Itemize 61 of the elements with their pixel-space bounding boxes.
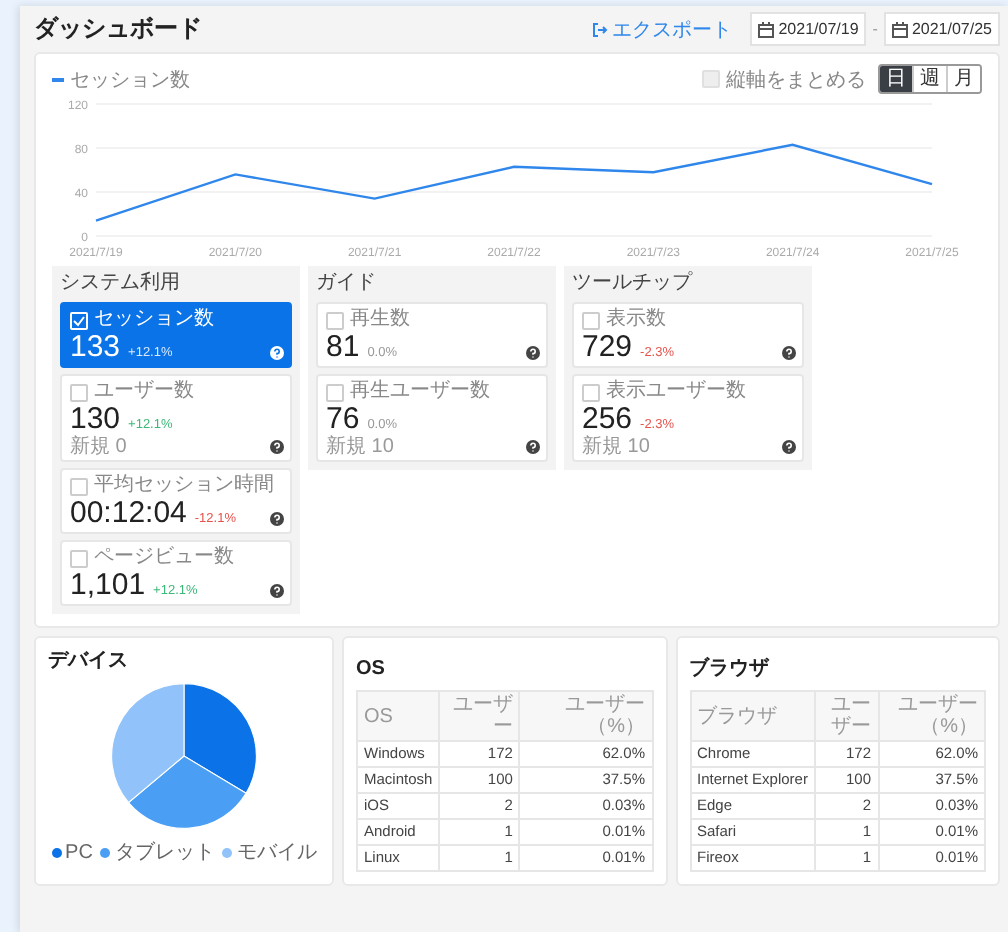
checkbox[interactable] <box>326 383 344 401</box>
card-title: ブラウザ <box>689 658 769 680</box>
checkbox[interactable] <box>326 311 344 329</box>
calendar-icon <box>758 21 775 37</box>
group-title: ガイド <box>316 272 378 296</box>
group-title: システム利用 <box>60 272 182 296</box>
date-field[interactable]: 2021/07/25 <box>883 12 1000 46</box>
help-icon[interactable] <box>526 346 540 360</box>
column-header: ユーザー <box>439 691 520 741</box>
metric-subtext: 新規 10 <box>582 436 650 458</box>
metric-value: 729 <box>582 332 633 364</box>
date-separator: - <box>872 20 878 38</box>
date-field[interactable]: 2021/07/19 <box>750 12 867 46</box>
column-header: OS <box>357 691 440 741</box>
metric-label: 平均セッション時間 <box>94 474 274 498</box>
metric-label: 表示ユーザー数 <box>606 380 746 404</box>
card-title: デバイス <box>48 648 128 674</box>
metric-value: 1,101 <box>70 570 146 602</box>
column-header: ユーザー <box>814 691 879 741</box>
merge-axis-checkbox[interactable]: 縦軸をまとめる <box>702 65 866 93</box>
metric-subtext: 新規 10 <box>326 436 394 458</box>
checkbox[interactable] <box>582 311 600 329</box>
metric-label: ページビュー数 <box>94 546 234 570</box>
period-tab[interactable]: 日 <box>880 66 912 92</box>
checkbox[interactable] <box>70 477 88 495</box>
metric-value: 133 <box>70 332 121 364</box>
metric-subtext: 新規 0 <box>70 436 127 458</box>
metric-value: 130 <box>70 404 121 436</box>
card-title: OS <box>356 658 385 680</box>
help-icon[interactable] <box>782 346 796 360</box>
column-header: ユーザー（%） <box>878 691 985 741</box>
help-icon[interactable] <box>782 440 796 454</box>
checkbox[interactable] <box>702 70 720 88</box>
metric-value: 76 <box>326 404 360 436</box>
legend-label: タブレット <box>114 839 215 866</box>
page-title: ダッシュボード <box>34 12 202 46</box>
metric-value: 00:12:04 <box>70 498 187 530</box>
metric-value: 256 <box>582 404 633 436</box>
help-icon[interactable] <box>270 512 284 526</box>
legend-label: モバイル <box>236 840 317 866</box>
metric-label: 再生数 <box>350 308 410 332</box>
help-icon[interactable] <box>270 346 284 360</box>
period-tab[interactable]: 月 <box>946 66 980 92</box>
checkbox[interactable] <box>582 383 600 401</box>
help-icon[interactable] <box>526 440 540 454</box>
export-icon <box>592 21 609 37</box>
column-header: ユーザー（%） <box>519 691 652 741</box>
help-icon[interactable] <box>270 440 284 454</box>
metric-value: 81 <box>326 332 360 364</box>
legend-label: セッション数 <box>70 67 190 93</box>
help-icon[interactable] <box>270 584 284 598</box>
metric-label: セッション数 <box>94 308 214 332</box>
metric-label: ユーザー数 <box>94 380 194 404</box>
metric-label: 表示数 <box>606 308 666 332</box>
legend-label: PC <box>65 841 93 863</box>
column-header: ブラウザ <box>690 691 815 741</box>
group-title: ツールチップ <box>572 272 695 296</box>
checkbox[interactable] <box>70 549 88 567</box>
calendar-icon <box>891 21 908 37</box>
metric-label: 再生ユーザー数 <box>350 380 490 404</box>
checkbox[interactable] <box>70 383 88 401</box>
